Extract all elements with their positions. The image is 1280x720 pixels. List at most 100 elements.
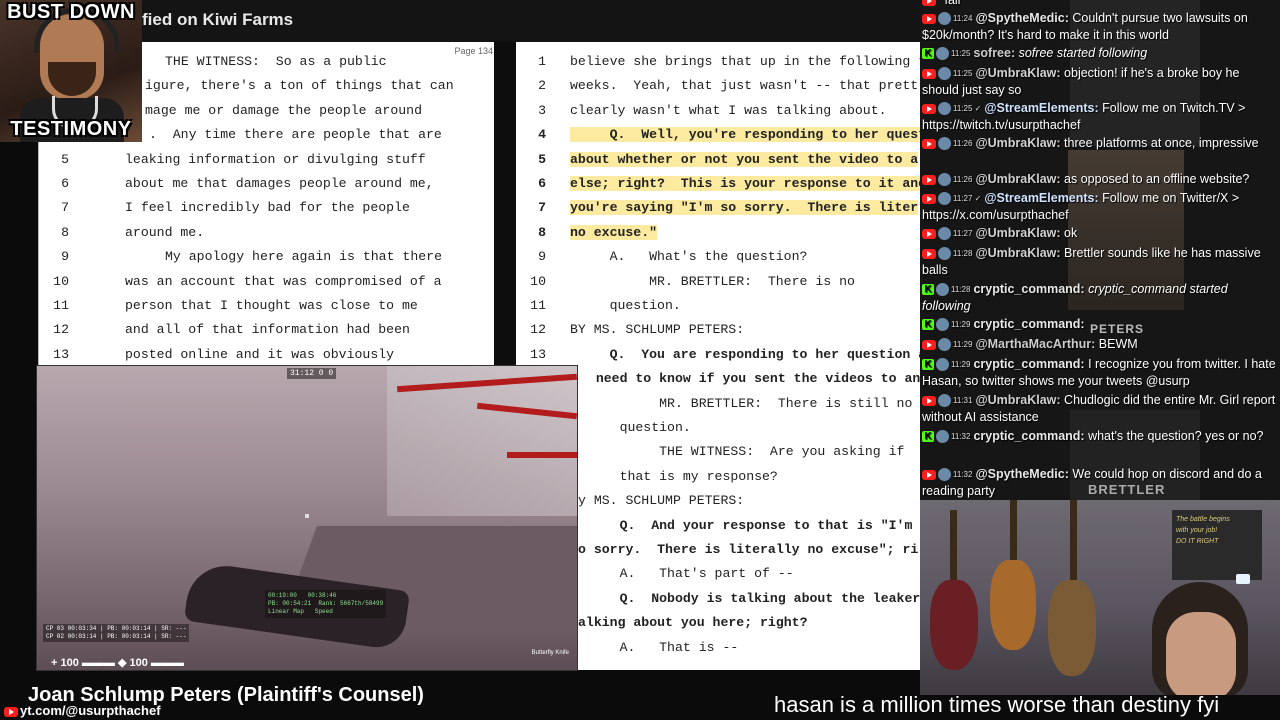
thumbnail-image: BUST DOWN TESTIMONY bbox=[0, 0, 142, 142]
kick-icon: K bbox=[922, 359, 934, 371]
transcript-line: A. That is -- bbox=[580, 639, 739, 655]
chat-timestamp: 11:27 ✓ bbox=[953, 194, 982, 204]
transcript-line: Q. Nobody is talking about the leaker, bbox=[580, 590, 920, 606]
chat-text: Brettler sounds like he has massive ball… bbox=[922, 246, 1261, 278]
chat-message: K 11:29 cryptic_command: bbox=[922, 316, 1278, 333]
avatar bbox=[936, 283, 949, 297]
transcript-line: and all of that information had been bbox=[125, 322, 410, 338]
avatar bbox=[938, 468, 951, 482]
youtube-icon bbox=[922, 68, 936, 79]
chat-timestamp: 11:25 bbox=[951, 49, 971, 59]
chat-message: 11:24 @SpytheMedic: Couldn't pursue two l… bbox=[922, 10, 1278, 44]
line-number: 7 bbox=[61, 200, 69, 216]
chat-username: @UmbraKlaw: bbox=[975, 393, 1061, 407]
transcript-line: THE WITNESS: Are you asking if bbox=[580, 444, 905, 460]
chat-timestamp: 11:25 bbox=[953, 69, 973, 79]
chat-username: @UmbraKlaw: bbox=[975, 136, 1061, 150]
transcript-line: MR. BRETTLER: There is no bbox=[570, 273, 855, 289]
transcript-line: posted online and it was obviously bbox=[125, 346, 395, 362]
chat-message: 11:32 @SpytheMedic: We could hop on disco… bbox=[922, 466, 1278, 500]
transcript-line: mage me or damage the people around bbox=[145, 102, 422, 118]
transcript-line: question. bbox=[570, 298, 681, 313]
transcript-line: you're saying "I'm so sorry. There is li… bbox=[570, 200, 919, 216]
youtube-icon bbox=[922, 469, 936, 480]
game-run-stats: 00:19:00 00:38:46 PB: 00:54:21 Rank: 566… bbox=[265, 590, 387, 618]
crosshair-icon bbox=[305, 514, 309, 518]
chat-username: @SpytheMedic: bbox=[975, 467, 1069, 481]
chat-timestamp: 11:26 bbox=[953, 175, 973, 185]
game-checkpoint-log: CP 03 00:03:34 | PB: 00:03:14 | SR: --- … bbox=[43, 624, 190, 642]
transcript-line: THE WITNESS: So as a public bbox=[165, 54, 387, 69]
chat-text: three platforms at once, impressive bbox=[1064, 136, 1259, 150]
game-capture: 31:12 0 0 00:19:00 00:38:46 PB: 00:54:21… bbox=[36, 365, 578, 671]
transcript-line: Q. And your response to that is "I'm s bbox=[580, 517, 920, 533]
line-number: 13 bbox=[530, 346, 546, 362]
chat-message: K 11:29 cryptic_command: I recognize you f… bbox=[922, 356, 1278, 390]
page-number-label: Page 134 bbox=[454, 46, 493, 56]
line-number: 1 bbox=[538, 54, 546, 69]
avatar bbox=[936, 358, 949, 372]
youtube-icon bbox=[922, 0, 936, 6]
chat-timestamp: 11:32 bbox=[951, 432, 971, 442]
chat-overlay: PETERS BRETTLER fair 11:24 @SpytheMedic: C… bbox=[920, 0, 1280, 500]
transcript-line: that is my response? bbox=[580, 468, 778, 484]
chat-username: @UmbraKlaw: bbox=[975, 246, 1061, 260]
youtube-icon bbox=[922, 248, 936, 259]
chat-message: K 11:28 cryptic_command: cryptic_command s… bbox=[922, 281, 1278, 315]
ticker-message: hasan is a million times worse than dest… bbox=[774, 692, 1220, 717]
chat-timestamp: 11:24 bbox=[953, 14, 973, 24]
kick-icon: K bbox=[922, 284, 934, 296]
line-number: 3 bbox=[538, 102, 546, 118]
game-health-armor: + 100 ▬▬▬ ◆ 100 ▬▬▬ bbox=[51, 657, 184, 669]
transcript-line: igure, there's a ton of things that can bbox=[145, 78, 454, 94]
transcript-line: question. bbox=[580, 420, 691, 435]
transcript-line: BY MS. SCHLUMP PETERS: bbox=[570, 322, 745, 338]
game-round-timer: 31:12 0 0 bbox=[287, 368, 337, 379]
youtube-icon bbox=[922, 228, 936, 239]
youtube-icon bbox=[922, 174, 936, 185]
line-number: 9 bbox=[61, 249, 69, 265]
line-number: 4 bbox=[538, 127, 546, 143]
transcript-line: was an account that was compromised of a bbox=[125, 273, 442, 289]
chat-text: fair bbox=[944, 0, 962, 7]
line-number: 2 bbox=[538, 78, 546, 94]
avatar bbox=[936, 430, 949, 444]
chat-message: 11:27 @UmbraKlaw: ok bbox=[922, 225, 1278, 242]
youtube-icon bbox=[922, 13, 936, 24]
chat-message: fair bbox=[922, 0, 1278, 9]
chat-message: 11:31 @UmbraKlaw: Chudlogic did the entir… bbox=[922, 392, 1278, 426]
channel-handle-text: yt.com/@usurpthachef bbox=[20, 703, 161, 718]
avatar bbox=[936, 318, 949, 332]
chat-username: cryptic_command: bbox=[973, 357, 1085, 371]
transcript-line: Q. You are responding to her question ab… bbox=[570, 346, 920, 362]
chat-text: sofree started following bbox=[1018, 46, 1148, 60]
poster-text: The battle begins with your job! DO IT R… bbox=[1176, 516, 1230, 545]
transcript-line: MR. BRETTLER: There is still no bbox=[580, 395, 913, 411]
transcript-line: A. What's the question? bbox=[570, 249, 808, 265]
line-number: 8 bbox=[538, 224, 546, 240]
chat-username: @StreamElements: bbox=[984, 101, 1099, 115]
chat-username: @StreamElements: bbox=[984, 191, 1099, 205]
line-number: 12 bbox=[530, 322, 546, 338]
chat-message: 11:28 @UmbraKlaw: Brettler sounds like he… bbox=[922, 245, 1278, 279]
transcript-line: o sorry. There is literally no excuse"; … bbox=[578, 542, 919, 557]
avatar bbox=[938, 137, 951, 151]
avatar bbox=[938, 102, 951, 116]
chat-text: ok bbox=[1064, 226, 1078, 240]
chat-username: cryptic_command: bbox=[973, 282, 1085, 296]
avatar bbox=[938, 192, 951, 206]
transcript-line: person that I thought was close to me bbox=[125, 298, 418, 313]
line-number: 10 bbox=[53, 273, 69, 289]
chat-timestamp: 11:27 bbox=[953, 229, 973, 239]
line-number: 5 bbox=[61, 151, 69, 167]
transcript-line: around me. bbox=[125, 224, 205, 240]
transcript-line: y MS. SCHLUMP PETERS: bbox=[578, 493, 745, 509]
transcript-line: A. That's part of -- bbox=[580, 566, 794, 582]
transcript-line: Q. Well, you're responding to her questi bbox=[570, 127, 920, 143]
chat-message: K 11:32 cryptic_command: what's the questi… bbox=[922, 428, 1278, 445]
avatar bbox=[938, 247, 951, 261]
chat-timestamp: 11:31 bbox=[953, 396, 973, 406]
transcript-line: My apology here again is that there bbox=[165, 249, 442, 265]
chat-username: sofree: bbox=[973, 46, 1016, 60]
chat-message: 11:26 @UmbraKlaw: three platforms at once… bbox=[922, 135, 1278, 152]
